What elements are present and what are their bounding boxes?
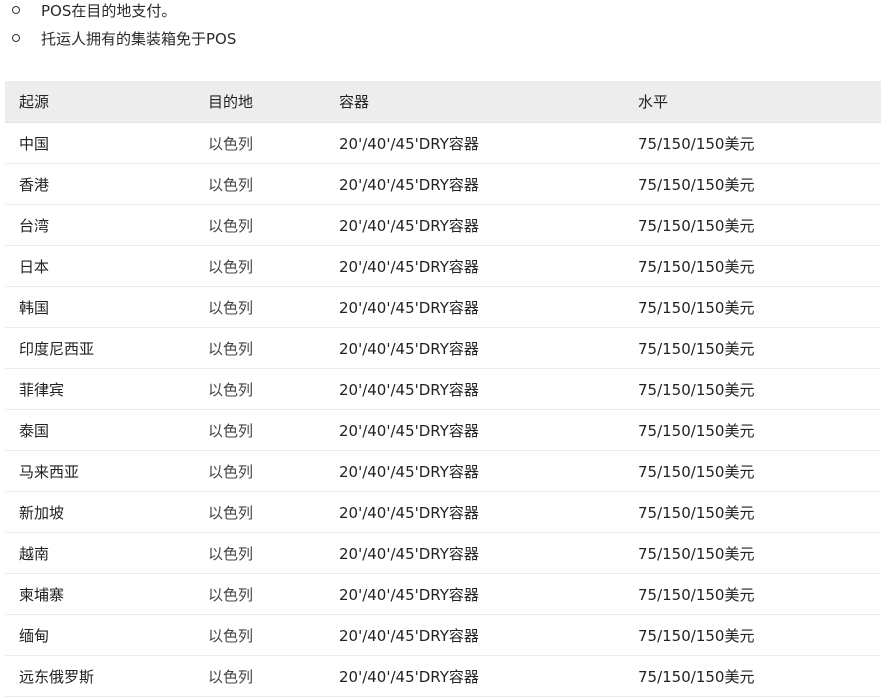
table-header: 起源 目的地 容器 水平 (5, 81, 881, 123)
cell-origin: 印度尼西亚 (5, 327, 194, 369)
table-row: 香港 以色列 20'/40'/45'DRY容器 75/150/150美元 (5, 163, 881, 205)
cell-container: 20'/40'/45'DRY容器 (325, 204, 624, 246)
cell-destination: 以色列 (194, 204, 325, 246)
cell-container: 20'/40'/45'DRY容器 (325, 368, 624, 410)
cell-level: 75/150/150美元 (624, 327, 881, 369)
cell-origin: 越南 (5, 532, 194, 574)
cell-level: 75/150/150美元 (624, 368, 881, 410)
cell-destination: 以色列 (194, 532, 325, 574)
cell-container: 20'/40'/45'DRY容器 (325, 163, 624, 205)
table-row: 马来西亚 以色列 20'/40'/45'DRY容器 75/150/150美元 (5, 450, 881, 492)
cell-level: 75/150/150美元 (624, 450, 881, 492)
cell-origin: 马来西亚 (5, 450, 194, 492)
cell-destination: 以色列 (194, 614, 325, 656)
cell-container: 20'/40'/45'DRY容器 (325, 286, 624, 328)
table-row: 远东俄罗斯 以色列 20'/40'/45'DRY容器 75/150/150美元 (5, 655, 881, 697)
cell-level: 75/150/150美元 (624, 204, 881, 246)
cell-container: 20'/40'/45'DRY容器 (325, 614, 624, 656)
cell-destination: 以色列 (194, 368, 325, 410)
table-row: 缅甸 以色列 20'/40'/45'DRY容器 75/150/150美元 (5, 614, 881, 656)
note-text: 托运人拥有的集装箱免于POS (41, 29, 237, 48)
cell-level: 75/150/150美元 (624, 286, 881, 328)
note-item: 托运人拥有的集装箱免于POS (12, 28, 236, 48)
hollow-circle-bullet-icon (12, 34, 20, 42)
cell-origin: 日本 (5, 245, 194, 287)
table-row: 新加坡 以色列 20'/40'/45'DRY容器 75/150/150美元 (5, 491, 881, 533)
cell-container: 20'/40'/45'DRY容器 (325, 122, 624, 164)
header-destination: 目的地 (194, 81, 325, 123)
cell-container: 20'/40'/45'DRY容器 (325, 450, 624, 492)
cell-destination: 以色列 (194, 327, 325, 369)
table-row: 印度尼西亚 以色列 20'/40'/45'DRY容器 75/150/150美元 (5, 327, 881, 369)
table-row: 韩国 以色列 20'/40'/45'DRY容器 75/150/150美元 (5, 286, 881, 328)
cell-destination: 以色列 (194, 245, 325, 287)
table-body: 中国 以色列 20'/40'/45'DRY容器 75/150/150美元 香港 以色列 20… (5, 122, 881, 697)
table-row: 柬埔寨 以色列 20'/40'/45'DRY容器 75/150/150美元 (5, 573, 881, 615)
header-level: 水平 (624, 81, 881, 123)
cell-level: 75/150/150美元 (624, 655, 881, 697)
header-origin: 起源 (5, 81, 194, 123)
rates-table: 起源 目的地 容器 水平 中国 以色列 20'/40'/45'DRY容器 75/150… (5, 81, 881, 697)
cell-origin: 柬埔寨 (5, 573, 194, 615)
cell-destination: 以色列 (194, 409, 325, 451)
table-row: 越南 以色列 20'/40'/45'DRY容器 75/150/150美元 (5, 532, 881, 574)
cell-origin: 新加坡 (5, 491, 194, 533)
cell-destination: 以色列 (194, 286, 325, 328)
cell-level: 75/150/150美元 (624, 163, 881, 205)
cell-destination: 以色列 (194, 163, 325, 205)
cell-level: 75/150/150美元 (624, 614, 881, 656)
cell-origin: 中国 (5, 122, 194, 164)
cell-container: 20'/40'/45'DRY容器 (325, 532, 624, 574)
cell-origin: 台湾 (5, 204, 194, 246)
cell-level: 75/150/150美元 (624, 245, 881, 287)
cell-container: 20'/40'/45'DRY容器 (325, 327, 624, 369)
cell-origin: 韩国 (5, 286, 194, 328)
cell-origin: 香港 (5, 163, 194, 205)
cell-level: 75/150/150美元 (624, 122, 881, 164)
cell-destination: 以色列 (194, 450, 325, 492)
cell-origin: 远东俄罗斯 (5, 655, 194, 697)
cell-destination: 以色列 (194, 655, 325, 697)
cell-level: 75/150/150美元 (624, 491, 881, 533)
cell-level: 75/150/150美元 (624, 573, 881, 615)
cell-level: 75/150/150美元 (624, 532, 881, 574)
note-text: POS在目的地支付。 (41, 1, 177, 20)
cell-container: 20'/40'/45'DRY容器 (325, 573, 624, 615)
table-row: 台湾 以色列 20'/40'/45'DRY容器 75/150/150美元 (5, 204, 881, 246)
header-row: 起源 目的地 容器 水平 (5, 81, 881, 123)
rates-table-container: 起源 目的地 容器 水平 中国 以色列 20'/40'/45'DRY容器 75/150… (5, 81, 881, 697)
cell-origin: 泰国 (5, 409, 194, 451)
cell-container: 20'/40'/45'DRY容器 (325, 409, 624, 451)
cell-container: 20'/40'/45'DRY容器 (325, 655, 624, 697)
table-row: 泰国 以色列 20'/40'/45'DRY容器 75/150/150美元 (5, 409, 881, 451)
header-container: 容器 (325, 81, 624, 123)
note-item: POS在目的地支付。 (12, 0, 176, 20)
cell-origin: 缅甸 (5, 614, 194, 656)
table-row: 中国 以色列 20'/40'/45'DRY容器 75/150/150美元 (5, 122, 881, 164)
hollow-circle-bullet-icon (12, 6, 20, 14)
table-row: 日本 以色列 20'/40'/45'DRY容器 75/150/150美元 (5, 245, 881, 287)
cell-destination: 以色列 (194, 122, 325, 164)
table-row: 菲律宾 以色列 20'/40'/45'DRY容器 75/150/150美元 (5, 368, 881, 410)
cell-destination: 以色列 (194, 573, 325, 615)
cell-container: 20'/40'/45'DRY容器 (325, 491, 624, 533)
cell-level: 75/150/150美元 (624, 409, 881, 451)
cell-container: 20'/40'/45'DRY容器 (325, 245, 624, 287)
cell-destination: 以色列 (194, 491, 325, 533)
cell-origin: 菲律宾 (5, 368, 194, 410)
